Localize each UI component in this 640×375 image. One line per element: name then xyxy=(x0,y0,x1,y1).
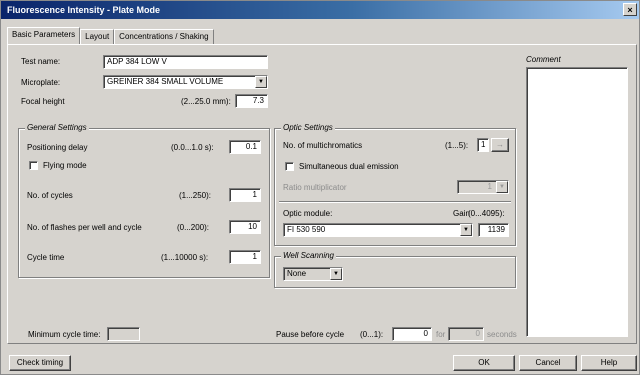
flashes-range: (0...200): xyxy=(177,223,210,232)
flashes-input[interactable]: 10 xyxy=(229,220,261,234)
well-scanning-title: Well Scanning xyxy=(281,251,336,260)
positioning-delay-label: Positioning delay xyxy=(27,143,88,152)
positioning-delay-range: (0.0...1.0 s): xyxy=(171,143,214,152)
chevron-down-icon[interactable]: ▼ xyxy=(460,224,472,236)
test-name-label: Test name: xyxy=(21,57,61,66)
dual-emission-label[interactable]: Simultaneous dual emission xyxy=(299,162,399,171)
window-title: Fluorescence Intensity - Plate Mode xyxy=(7,5,161,15)
positioning-delay-input[interactable]: 0.1 xyxy=(229,140,261,154)
ratio-multiplicator-label: Ratio multiplicator xyxy=(283,183,347,192)
pause-label: Pause before cycle xyxy=(276,330,345,339)
flying-mode-checkbox[interactable] xyxy=(29,161,38,170)
comment-label: Comment xyxy=(526,55,561,64)
general-settings-group: General Settings Positioning delay (0.0.… xyxy=(18,123,270,278)
title-bar: Fluorescence Intensity - Plate Mode × xyxy=(1,1,639,19)
chevron-down-icon[interactable]: ▼ xyxy=(330,268,342,280)
pause-range: (0...1): xyxy=(360,330,384,339)
focal-height-label: Focal height xyxy=(21,97,65,106)
microplate-label: Microplate: xyxy=(21,78,61,87)
seconds-input[interactable]: 0 xyxy=(448,327,484,341)
ratio-multiplicator-value: 1 xyxy=(487,182,492,191)
cancel-button[interactable]: Cancel xyxy=(519,355,577,371)
ok-button[interactable]: OK xyxy=(453,355,515,371)
tab-basic-parameters[interactable]: Basic Parameters xyxy=(7,27,81,44)
check-timing-button[interactable]: Check timing xyxy=(9,355,71,371)
seconds-label: seconds xyxy=(487,330,517,339)
tab-concentrations-shaking[interactable]: Concentrations / Shaking xyxy=(114,29,214,44)
chevron-down-icon[interactable]: ▼ xyxy=(496,181,508,193)
general-settings-title: General Settings xyxy=(25,123,89,132)
tab-layout[interactable]: Layout xyxy=(80,29,115,44)
flashes-label: No. of flashes per well and cycle xyxy=(27,223,142,232)
gain-input[interactable]: 1139 xyxy=(478,223,509,237)
optic-module-value: FI 530 590 xyxy=(287,225,326,234)
cycles-input[interactable]: 1 xyxy=(229,188,261,202)
cycle-time-input[interactable]: 1 xyxy=(229,250,261,264)
multichromatics-input[interactable]: 1 xyxy=(477,138,489,152)
tab-strip: Basic Parameters Layout Concentrations /… xyxy=(7,27,214,44)
for-label: for xyxy=(436,330,446,339)
optic-settings-title: Optic Settings xyxy=(281,123,335,132)
cycle-time-range: (1...10000 s): xyxy=(161,253,209,262)
multichromatics-range: (1...5): xyxy=(445,141,469,150)
plate-mode-dialog: Fluorescence Intensity - Plate Mode × Ba… xyxy=(0,0,640,375)
well-scanning-select[interactable]: None ▼ xyxy=(283,267,343,281)
test-name-input[interactable]: ADP 384 LOW V xyxy=(103,55,268,69)
optic-module-label: Optic module: xyxy=(283,209,333,218)
flying-mode-label[interactable]: Flying mode xyxy=(43,161,87,170)
min-cycle-time-field xyxy=(107,327,140,341)
help-button[interactable]: Help xyxy=(581,355,637,371)
arrow-right-icon[interactable]: → xyxy=(491,138,509,152)
chevron-down-icon[interactable]: ▼ xyxy=(255,76,267,88)
basic-parameters-panel: Test name: ADP 384 LOW V Microplate: GRE… xyxy=(7,44,637,344)
cycle-time-label: Cycle time xyxy=(27,253,65,262)
optic-divider xyxy=(279,201,511,202)
pause-input[interactable]: 0 xyxy=(392,327,432,341)
cycles-range: (1...250): xyxy=(179,191,212,200)
gain-range: (0...4095): xyxy=(468,209,505,218)
ratio-multiplicator-select[interactable]: 1 ▼ xyxy=(457,180,509,194)
focal-height-input[interactable]: 7.3 xyxy=(235,94,268,108)
well-scanning-group: Well Scanning None ▼ xyxy=(274,251,516,288)
focal-height-range: (2...25.0 mm): xyxy=(181,97,231,106)
microplate-value: GREINER 384 SMALL VOLUME xyxy=(107,77,224,86)
min-cycle-time-label: Minimum cycle time: xyxy=(28,330,101,339)
optic-settings-group: Optic Settings No. of multichromatics (1… xyxy=(274,123,516,246)
optic-module-select[interactable]: FI 530 590 ▼ xyxy=(283,223,473,237)
well-scanning-value: None xyxy=(287,269,307,278)
dual-emission-checkbox[interactable] xyxy=(285,162,294,171)
cycles-label: No. of cycles xyxy=(27,191,73,200)
microplate-select[interactable]: GREINER 384 SMALL VOLUME ▼ xyxy=(103,75,268,89)
comment-textarea[interactable] xyxy=(526,67,628,337)
close-icon[interactable]: × xyxy=(623,3,637,16)
multichromatics-label: No. of multichromatics xyxy=(283,141,363,150)
